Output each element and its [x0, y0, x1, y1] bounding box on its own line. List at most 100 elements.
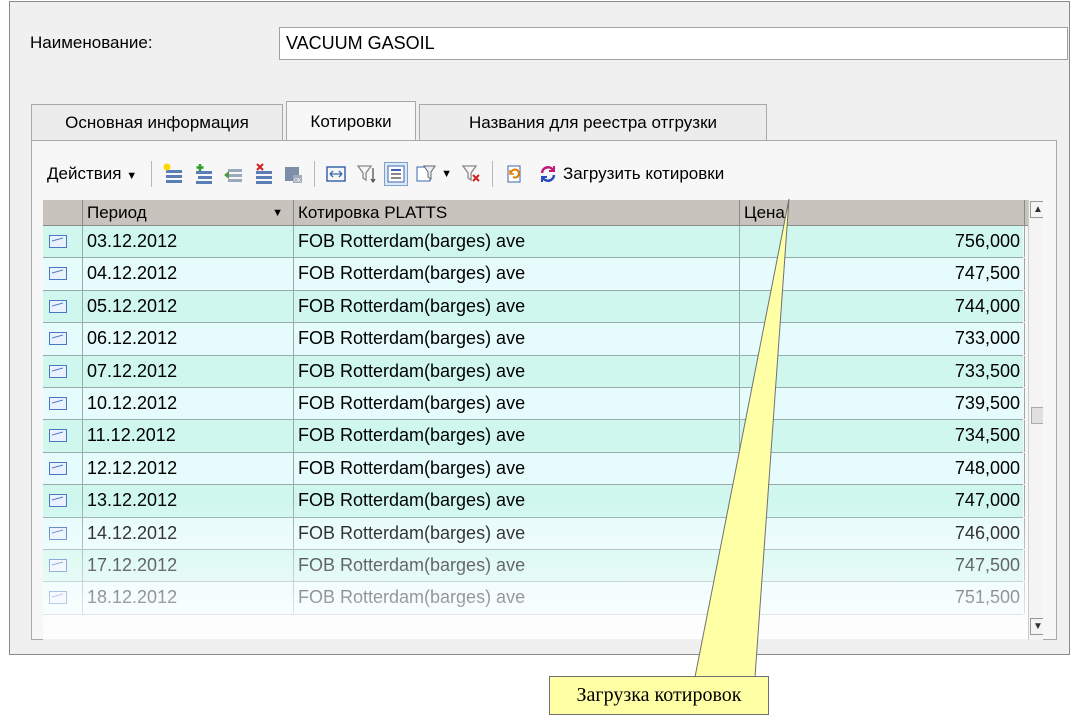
period-cell[interactable]: 07.12.2012 [83, 355, 294, 387]
toolbar-separator [151, 161, 153, 187]
table-row[interactable]: 12.12.2012 FOB Rotterdam(barges) ave 748,0… [43, 452, 1025, 486]
scroll-down-button[interactable]: ▼ [1030, 618, 1043, 635]
period-cell[interactable]: 11.12.2012 [83, 420, 294, 452]
quote-cell[interactable]: FOB Rotterdam(barges) ave [294, 517, 740, 549]
refresh-icon[interactable] [502, 162, 526, 186]
chart-icon [49, 429, 67, 443]
load-quotes-label: Загрузить котировки [563, 164, 725, 183]
quote-cell[interactable]: FOB Rotterdam(barges) ave [294, 387, 740, 420]
period-cell[interactable]: 10.12.2012 [83, 387, 294, 420]
toolbar-separator [314, 161, 316, 187]
period-cell[interactable]: 12.12.2012 [83, 452, 294, 485]
table-row[interactable]: 14.12.2012 FOB Rotterdam(barges) ave 746,0… [43, 517, 1025, 550]
table-row[interactable]: 17.12.2012 FOB Rotterdam(barges) ave 747,5… [43, 549, 1025, 583]
header-icon-column [43, 200, 83, 226]
name-field[interactable]: VACUUM GASOIL [279, 27, 1068, 60]
sort-desc-icon: ▼ [272, 207, 283, 219]
grid-header: Период ▼ Котировка PLATTS Цена [43, 200, 1043, 226]
tab-shipment-names[interactable]: Названия для реестра отгрузки [419, 104, 767, 140]
row-icon-cell [43, 387, 83, 420]
name-label: Наименование: [30, 33, 153, 52]
price-cell[interactable]: 744,000 [740, 290, 1025, 323]
load-quotes-button[interactable]: Загрузить котировки [533, 162, 724, 186]
copy-row-icon[interactable] [221, 162, 245, 186]
chart-icon [49, 396, 67, 410]
price-cell[interactable]: 751,500 [740, 582, 1025, 614]
price-cell[interactable]: 747,500 [740, 549, 1025, 582]
add-child-row-icon[interactable] [191, 162, 215, 186]
price-cell[interactable]: 733,500 [740, 355, 1025, 387]
period-cell[interactable]: 17.12.2012 [83, 549, 294, 582]
quote-cell[interactable]: FOB Rotterdam(barges) ave [294, 582, 740, 614]
table-row[interactable]: 03.12.2012 FOB Rotterdam(barges) ave 756,0… [43, 226, 1025, 259]
filter-list-icon[interactable] [384, 162, 409, 186]
table-row[interactable]: 04.12.2012 FOB Rotterdam(barges) ave 747,5… [43, 258, 1025, 291]
row-icon-cell [43, 226, 83, 258]
row-icon-cell [43, 549, 83, 582]
table-row[interactable]: 13.12.2012 FOB Rotterdam(barges) ave 747,0… [43, 485, 1025, 518]
quote-cell[interactable]: FOB Rotterdam(barges) ave [294, 549, 740, 582]
quote-cell[interactable]: FOB Rotterdam(barges) ave [294, 452, 740, 485]
chart-icon [49, 235, 67, 248]
quote-cell[interactable]: FOB Rotterdam(barges) ave [294, 258, 740, 290]
sort-filter-icon[interactable] [354, 162, 378, 186]
price-cell[interactable]: 747,500 [740, 258, 1025, 290]
row-icon-cell [43, 290, 83, 323]
chart-icon [49, 526, 67, 540]
quote-cell[interactable]: FOB Rotterdam(barges) ave [294, 485, 740, 517]
price-cell[interactable]: 756,000 [740, 226, 1025, 258]
column-width-icon[interactable] [324, 162, 348, 186]
period-cell[interactable]: 06.12.2012 [83, 323, 294, 355]
tab-main-info[interactable]: Основная информация [31, 104, 283, 140]
actions-menu[interactable]: Действия ▼ [47, 164, 137, 184]
actions-label: Действия [47, 164, 122, 183]
quote-cell[interactable]: FOB Rotterdam(barges) ave [294, 420, 740, 452]
post-document-icon[interactable]: OK [281, 162, 305, 186]
period-cell[interactable]: 14.12.2012 [83, 517, 294, 549]
table-row[interactable]: 05.12.2012 FOB Rotterdam(barges) ave 744,0… [43, 290, 1025, 324]
toolbar-separator [492, 161, 493, 187]
tab-quotes[interactable]: Котировки [286, 101, 416, 141]
period-cell[interactable]: 05.12.2012 [83, 290, 294, 323]
period-cell[interactable]: 18.12.2012 [83, 582, 294, 614]
price-cell[interactable]: 748,000 [740, 452, 1025, 485]
chevron-down-icon[interactable]: ▼ [441, 168, 452, 180]
table-row[interactable]: 10.12.2012 FOB Rotterdam(barges) ave 739,5… [43, 387, 1025, 421]
chart-icon [49, 461, 67, 475]
row-icon-cell [43, 582, 83, 614]
period-cell[interactable]: 03.12.2012 [83, 226, 294, 258]
chart-icon [49, 299, 67, 313]
period-cell[interactable]: 04.12.2012 [83, 258, 294, 290]
table-row[interactable]: 18.12.2012 FOB Rotterdam(barges) ave 751,5… [43, 582, 1025, 615]
filter-dropdown-icon[interactable] [414, 162, 438, 186]
vertical-scrollbar[interactable]: ▲ ▼ [1028, 200, 1043, 640]
toolbar: Действия ▼ OK ▼ Загрузить котировки [47, 157, 724, 191]
price-cell[interactable]: 733,000 [740, 323, 1025, 355]
price-cell[interactable]: 747,000 [740, 485, 1025, 517]
table-row[interactable]: 07.12.2012 FOB Rotterdam(barges) ave 733,5… [43, 355, 1025, 388]
price-cell[interactable]: 739,500 [740, 387, 1025, 420]
clear-filter-icon[interactable] [459, 162, 483, 186]
add-row-icon[interactable] [161, 162, 185, 186]
scroll-up-button[interactable]: ▲ [1030, 201, 1043, 218]
quote-cell[interactable]: FOB Rotterdam(barges) ave [294, 290, 740, 323]
quote-cell[interactable]: FOB Rotterdam(barges) ave [294, 323, 740, 355]
price-cell[interactable]: 734,500 [740, 420, 1025, 452]
quote-cell[interactable]: FOB Rotterdam(barges) ave [294, 355, 740, 387]
column-header-label: Период [87, 203, 147, 222]
period-cell[interactable]: 13.12.2012 [83, 485, 294, 517]
scroll-thumb[interactable] [1031, 407, 1043, 424]
grid-body: 03.12.2012 FOB Rotterdam(barges) ave 756,0… [43, 226, 1025, 615]
row-icon-cell [43, 258, 83, 290]
table-row[interactable]: 11.12.2012 FOB Rotterdam(barges) ave 734,5… [43, 420, 1025, 453]
delete-row-icon[interactable] [251, 162, 275, 186]
chart-icon [49, 494, 67, 508]
quote-cell[interactable]: FOB Rotterdam(barges) ave [294, 226, 740, 258]
column-header-quote[interactable]: Котировка PLATTS [294, 200, 740, 226]
column-header-price[interactable]: Цена [740, 200, 1025, 226]
column-header-period[interactable]: Период ▼ [83, 200, 294, 226]
price-cell[interactable]: 746,000 [740, 517, 1025, 549]
row-icon-cell [43, 452, 83, 485]
table-row[interactable]: 06.12.2012 FOB Rotterdam(barges) ave 733,0… [43, 323, 1025, 356]
row-icon-cell [43, 420, 83, 452]
